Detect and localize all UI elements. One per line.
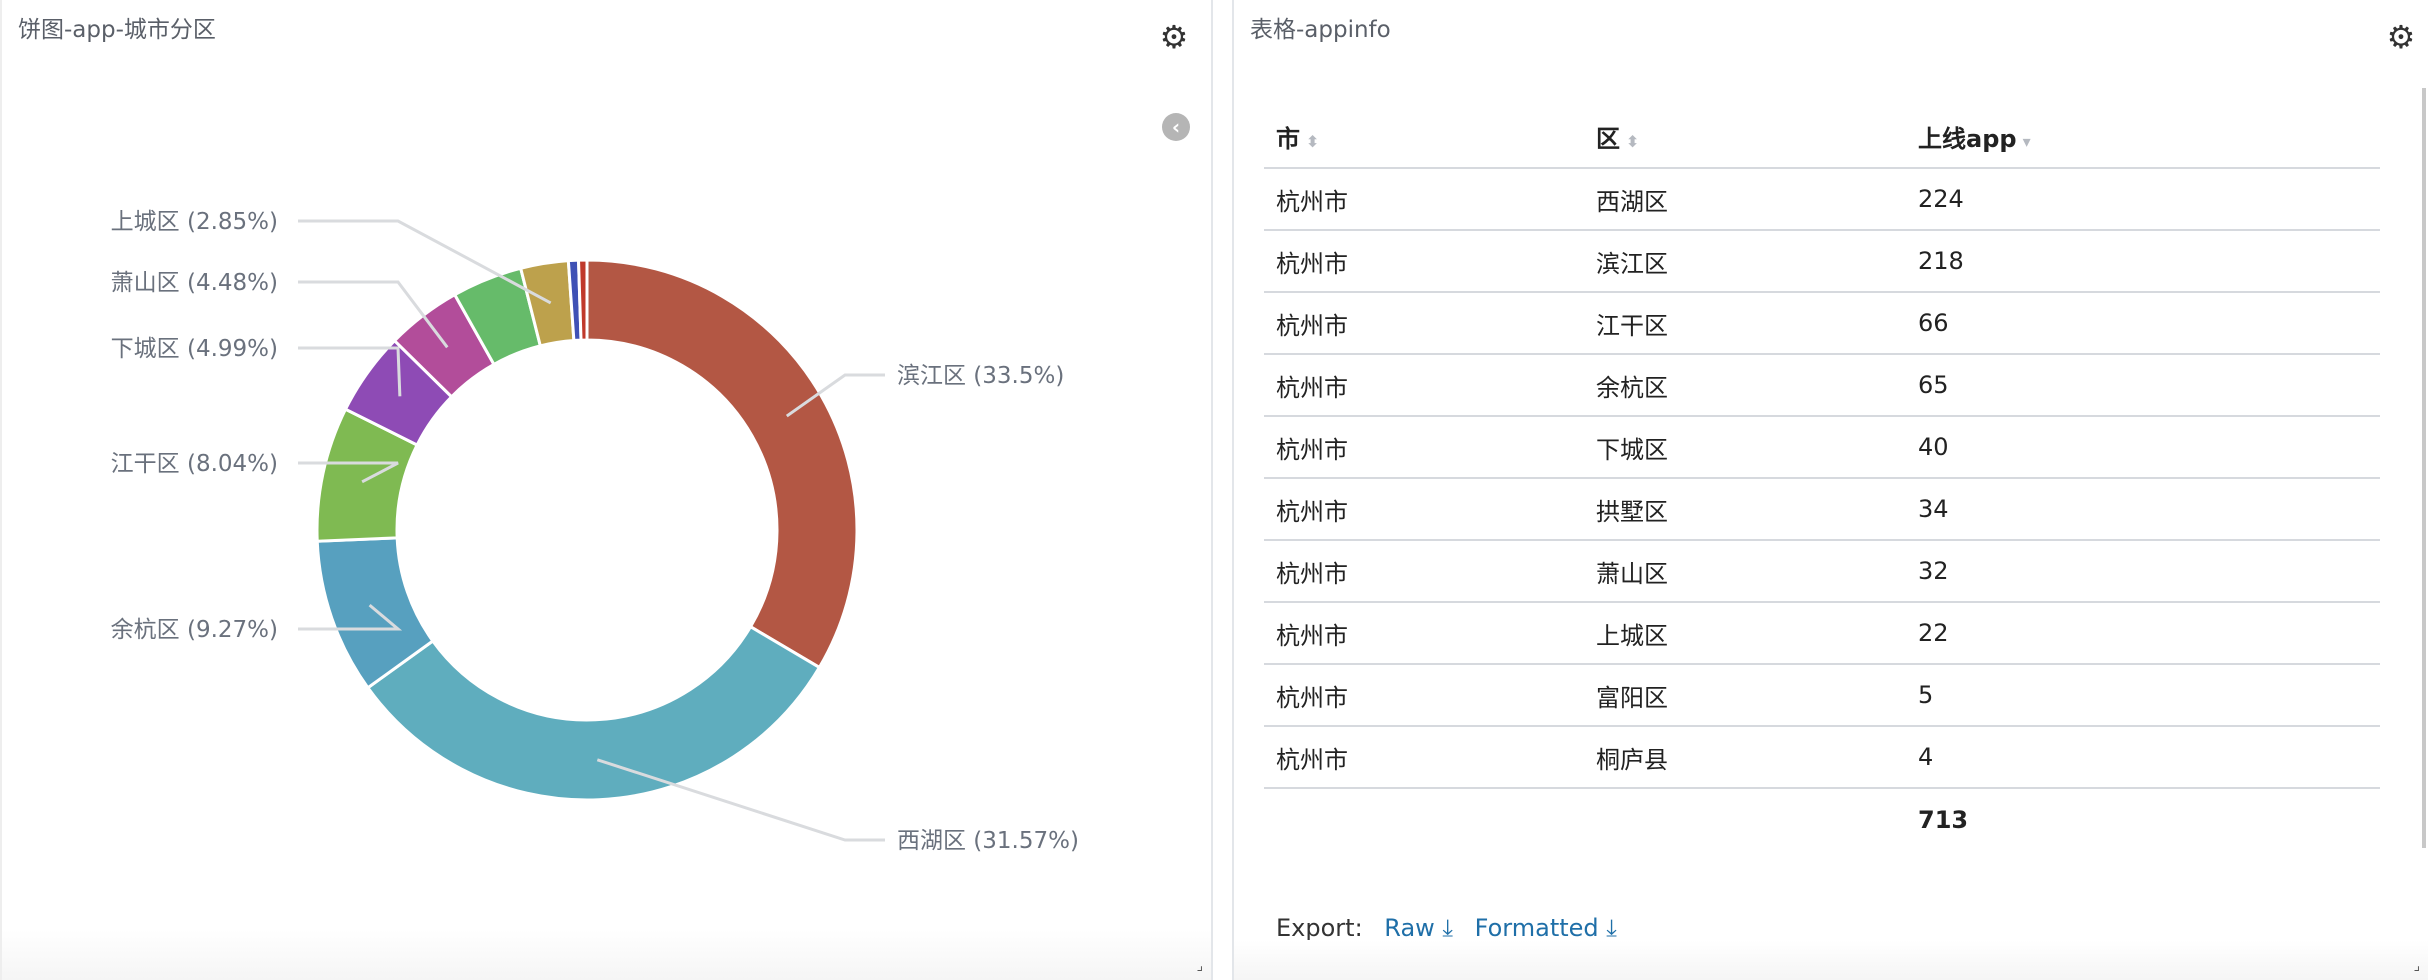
cell-apps: 4	[1906, 726, 2380, 789]
cell-district: 拱墅区	[1584, 478, 1906, 541]
cell-city: 杭州市	[1264, 602, 1584, 665]
total-value: 713	[1918, 805, 1969, 834]
sort-icon[interactable]: ⬍	[1306, 132, 1319, 151]
cell-apps: 224	[1906, 168, 2380, 231]
panel-footer	[2, 930, 1211, 980]
cell-apps: 65	[1906, 354, 2380, 417]
table-row: 杭州市 滨江区 218	[1264, 230, 2380, 293]
cell-district: 萧山区	[1584, 540, 1906, 603]
cell-apps: 66	[1906, 292, 2380, 355]
export-label: Export:	[1276, 914, 1363, 942]
download-icon: ⤓	[1442, 914, 1454, 942]
column-header-city[interactable]: 市 ⬍	[1264, 106, 1584, 169]
pie-slice[interactable]	[576, 258, 589, 342]
cell-city: 杭州市	[1264, 168, 1584, 231]
cell-city: 杭州市	[1264, 354, 1584, 417]
slice-label: 余杭区 (9.27%)	[111, 617, 278, 643]
scrollbar[interactable]	[2422, 88, 2426, 848]
table-row: 杭州市 上城区 22	[1264, 602, 2380, 665]
resize-handle[interactable]: ⌟	[1196, 958, 1203, 974]
pie-panel: 饼图-app-城市分区 ⚙ ‹ 滨江区 (33.5%) 西湖区 (31.57%) 余…	[0, 0, 1213, 980]
cell-district: 滨江区	[1584, 230, 1906, 293]
total-row: 713	[1264, 788, 2380, 850]
header-label: 区	[1596, 125, 1620, 153]
slice-label: 西湖区 (31.57%)	[897, 828, 1079, 854]
cell-apps: 40	[1906, 416, 2380, 479]
cell-city: 杭州市	[1264, 230, 1584, 293]
cell-city: 杭州市	[1264, 478, 1584, 541]
slice-label: 江干区 (8.04%)	[111, 451, 278, 477]
cell-apps: 34	[1906, 478, 2380, 541]
pie-slice[interactable]	[365, 624, 822, 802]
download-icon: ⤓	[1606, 914, 1617, 942]
export-raw-link[interactable]: Raw ⤓	[1384, 914, 1453, 942]
cell-city: 杭州市	[1264, 726, 1584, 789]
cell-city: 杭州市	[1264, 292, 1584, 355]
cell-district: 下城区	[1584, 416, 1906, 479]
table-row: 杭州市 余杭区 65	[1264, 354, 2380, 417]
gear-icon[interactable]: ⚙	[2384, 20, 2418, 54]
slice-label: 下城区 (4.99%)	[111, 336, 278, 362]
cell-apps: 32	[1906, 540, 2380, 603]
table-row: 杭州市 拱墅区 34	[1264, 478, 2380, 541]
table-row: 杭州市 富阳区 5	[1264, 664, 2380, 727]
header-label: 市	[1276, 125, 1300, 153]
cell-district: 西湖区	[1584, 168, 1906, 231]
cell-apps: 218	[1906, 230, 2380, 293]
pie-slice[interactable]	[585, 258, 859, 670]
column-header-apps[interactable]: 上线app ▾	[1906, 106, 2380, 169]
slice-label: 萧山区 (4.48%)	[111, 270, 278, 296]
slice-label: 上城区 (2.85%)	[111, 209, 278, 235]
cell-district: 上城区	[1584, 602, 1906, 665]
donut-chart: 滨江区 (33.5%) 西湖区 (31.57%) 余杭区 (9.27%) 江干区 (8…	[111, 209, 1079, 854]
cell-city: 杭州市	[1264, 664, 1584, 727]
table-row: 杭州市 桐庐县 4	[1264, 726, 2380, 789]
data-table: 市 ⬍ 区 ⬍ 上线app ▾ 杭州市 西湖区 224 杭州市 滨江区 218 杭州市 江干区 66 杭…	[1264, 106, 2380, 850]
cell-empty	[1584, 788, 1906, 850]
cell-city: 杭州市	[1264, 416, 1584, 479]
sort-icon[interactable]: ⬍	[1626, 132, 1639, 151]
column-header-district[interactable]: 区 ⬍	[1584, 106, 1906, 169]
export-bar: Export: Raw ⤓ Formatted ⤓	[1276, 914, 1617, 942]
cell-district: 余杭区	[1584, 354, 1906, 417]
header-label: 上线app	[1918, 125, 2017, 153]
resize-handle[interactable]: ⌟	[2413, 958, 2420, 974]
formatted-label: Formatted	[1474, 914, 1599, 942]
table-row: 杭州市 下城区 40	[1264, 416, 2380, 479]
table-row: 杭州市 江干区 66	[1264, 292, 2380, 355]
export-formatted-link[interactable]: Formatted ⤓	[1475, 914, 1617, 942]
cell-city: 杭州市	[1264, 540, 1584, 603]
slice-label: 滨江区 (33.5%)	[897, 363, 1064, 389]
cell-district: 桐庐县	[1584, 726, 1906, 789]
raw-label: Raw	[1384, 914, 1435, 942]
cell-district: 富阳区	[1584, 664, 1906, 727]
panel-footer	[1234, 940, 2428, 980]
cell-empty	[1264, 788, 1584, 850]
table-panel: 表格-appinfo ⚙ 市 ⬍ 区 ⬍ 上线app ▾ 杭州市 西湖区 224 杭州市 滨江…	[1232, 0, 2428, 980]
panel-title: 表格-appinfo	[1250, 17, 1391, 43]
table-row: 杭州市 西湖区 224	[1264, 168, 2380, 231]
cell-apps: 22	[1906, 602, 2380, 665]
table-row: 杭州市 萧山区 32	[1264, 540, 2380, 603]
cell-apps: 5	[1906, 664, 2380, 727]
cell-district: 江干区	[1584, 292, 1906, 355]
sort-desc-icon[interactable]: ▾	[2023, 132, 2031, 151]
